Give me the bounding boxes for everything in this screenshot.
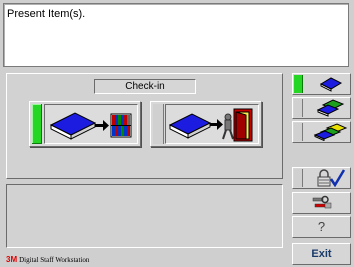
padlock-check-icon [317,169,346,187]
message-area: Present Item(s). [3,3,349,67]
brand-text: Digital Staff Workstation [19,256,90,264]
brand-logo: 3M [6,255,18,264]
inactive-indicator [153,104,164,144]
message-text: Present Item(s). [7,8,86,20]
inactive-indicator [294,169,303,187]
checkin-button[interactable] [29,101,141,147]
mode-multi-item-button[interactable] [292,97,351,119]
wrench-icon [312,195,332,209]
lock-button[interactable] [292,167,351,189]
mode-single-item-button[interactable] [292,73,351,95]
inactive-indicator [294,123,303,141]
active-indicator [32,104,42,144]
checkout-button[interactable] [150,101,262,147]
exit-button[interactable]: Exit [292,243,351,265]
blue-book-icon [319,77,343,92]
brand-footer: 3M Digital Staff Workstation [6,255,89,264]
inactive-indicator [294,99,303,117]
active-indicator [294,75,303,93]
checkin-panel: Check-in [6,73,283,179]
green-blue-books-icon [316,99,345,117]
mode-stack-button[interactable] [292,121,351,143]
book-to-exit-icon [168,108,253,142]
multicolor-books-icon [313,123,348,141]
help-button[interactable]: ? [292,216,351,238]
tools-button[interactable] [292,192,351,214]
info-panel [6,184,283,248]
checkin-title: Check-in [94,79,196,94]
book-to-shelf-icon [49,112,132,140]
